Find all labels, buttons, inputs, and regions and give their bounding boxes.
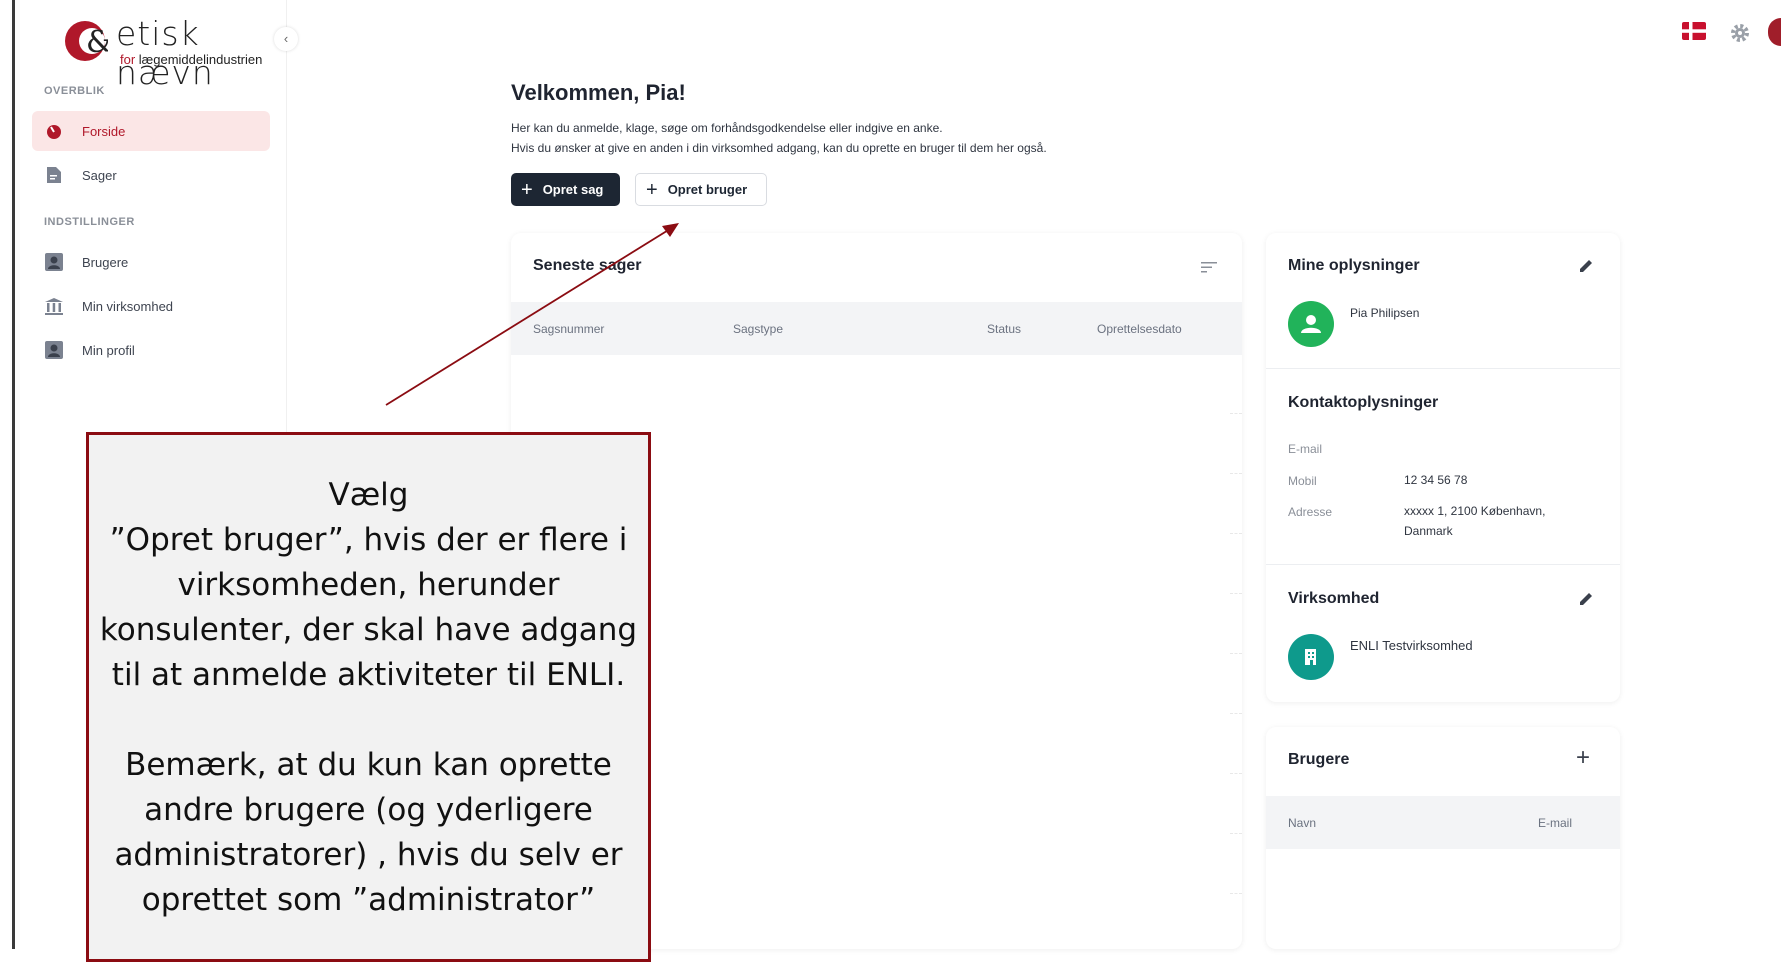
callout-line: konsulenter, der skal have adgang (99, 612, 638, 648)
annotation-callout: Vælg ”Opret bruger”, hvis der er flere i… (86, 432, 651, 962)
callout-line: oprettet som ”administrator” (141, 882, 596, 918)
callout-line: til at anmelde aktiviteter til ENLI. (111, 657, 626, 693)
callout-line: ”Opret bruger”, hvis der er flere i (109, 522, 628, 558)
callout-line: andre brugere (og yderligere (144, 792, 593, 828)
callout-line: Vælg (328, 477, 409, 513)
callout-line: Bemærk, at du kun kan oprette (125, 747, 612, 783)
callout-line: virksomheden, herunder (177, 567, 560, 603)
callout-line: administratorer) , hvis du selv er (114, 837, 623, 873)
